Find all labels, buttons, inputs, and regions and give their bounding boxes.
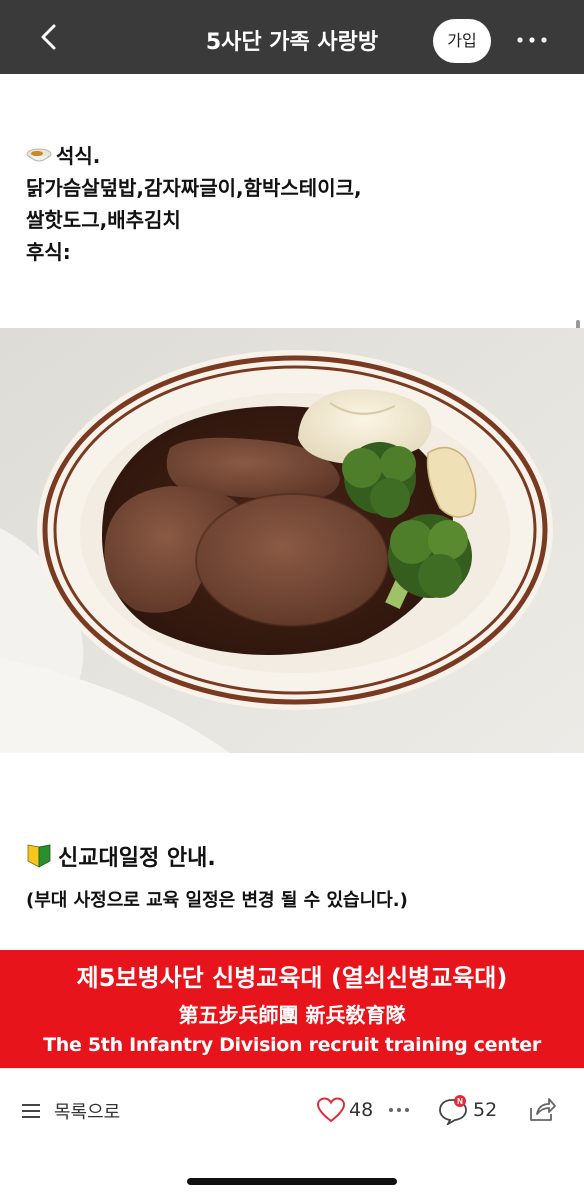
like-count: 48 [349,1099,374,1121]
meal-menu-line-2: 쌀핫도그,배추김치 [26,208,181,232]
meal-section: 석식. 닭가슴살덮밥,감자짜글이,함박스테이크, 쌀핫도그,배추김치 후식: [26,140,362,268]
new-comment-badge: N [457,1097,463,1106]
schedule-heading: 신교대일정 안내. [26,840,408,872]
heart-icon [316,1097,346,1123]
comment-count: 52 [473,1099,498,1121]
banner-korean-title: 제5보병사단 신병교육대 (열쇠신병교육대) [76,964,508,992]
training-center-banner: 제5보병사단 신병교육대 (열쇠신병교육대) 第五步兵師團 新兵敎育隊 The … [0,950,584,1068]
page-title: 5사단 가족 사랑방 [205,30,379,55]
more-dots-icon[interactable] [388,1107,410,1113]
comment-bubble-icon: N [439,1095,467,1125]
meal-menu-line-1: 닭가슴살덮밥,감자짜글이,함박스테이크, [26,176,362,200]
schedule-section: 신교대일정 안내. (부대 사정으로 교육 일정은 변경 될 수 있습니다.) [26,840,408,912]
more-options-icon[interactable] [514,30,550,50]
list-button-label: 목록으로 [54,1102,121,1123]
like-button[interactable]: 48 [316,1097,373,1123]
meal-heading-text: 석식. [56,144,101,168]
meal-heading: 석식. [26,140,362,172]
share-icon[interactable] [527,1096,557,1124]
meal-snack-line: 후식: [26,240,71,264]
banner-english-title: The 5th Infantry Division recruit traini… [43,1034,541,1056]
top-bar: 5사단 가족 사랑방 가입 [0,0,584,74]
menu-list-icon [22,1104,40,1118]
curry-bowl-icon [26,148,52,162]
banner-hanja-title: 第五步兵師團 新兵敎育隊 [178,1003,406,1027]
join-button[interactable]: 가입 [433,19,491,63]
comment-button[interactable]: N 52 [438,1095,497,1125]
hamburg-steak-photo [0,328,584,753]
beginner-mark-icon [27,844,51,868]
home-indicator [187,1178,397,1185]
schedule-note: (부대 사정으로 교육 일정은 변경 될 수 있습니다.) [26,890,408,911]
list-button[interactable]: 목록으로 [22,1099,120,1123]
schedule-heading-text: 신교대일정 안내. [58,846,216,871]
